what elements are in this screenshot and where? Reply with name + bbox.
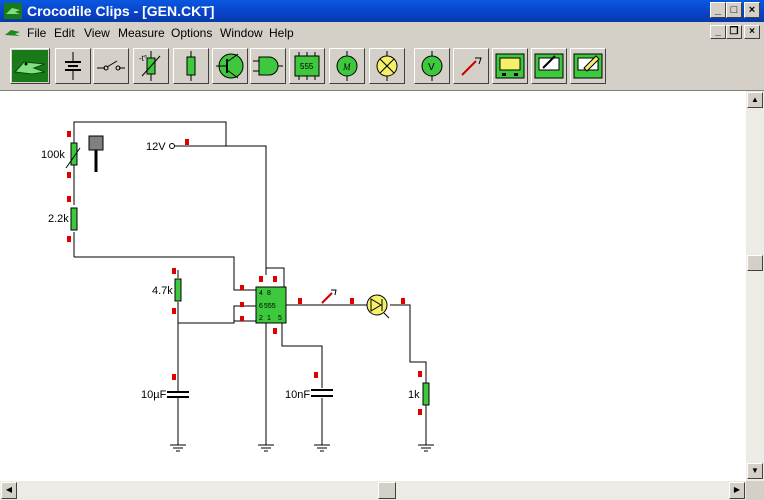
- logic-gate-button[interactable]: [250, 48, 286, 84]
- chart-recorder-button[interactable]: [570, 48, 606, 84]
- probe-icon: [461, 57, 482, 76]
- lamp-button[interactable]: [369, 48, 405, 84]
- svg-text:V: V: [428, 62, 435, 73]
- ic-555-button[interactable]: 555: [289, 48, 325, 84]
- svg-text:-t°: -t°: [139, 54, 147, 63]
- graph-button[interactable]: [531, 48, 567, 84]
- pin-4: 4: [259, 290, 263, 297]
- doc-close-button[interactable]: ×: [744, 25, 760, 39]
- ic-555-icon: 555: [294, 52, 320, 80]
- maximize-button[interactable]: □: [726, 2, 742, 18]
- pin-6: 6: [259, 303, 263, 310]
- document-icon[interactable]: [4, 26, 22, 40]
- switch-icon: [97, 60, 125, 71]
- doc-minimize-button[interactable]: _: [710, 25, 726, 39]
- menu-window[interactable]: Window: [220, 26, 263, 40]
- pin-1: 1: [267, 315, 271, 322]
- crocodile-logo-icon: [12, 50, 48, 82]
- circuit-diagram: 4 8 6 555 2 1 5 100k 2.2k 12V 4.7k 10µF …: [41, 121, 434, 452]
- led[interactable]: [366, 294, 405, 319]
- graph-icon: [534, 53, 564, 79]
- ic-label: 555: [264, 303, 276, 310]
- resistor-1k[interactable]: [418, 371, 430, 415]
- wires: [73, 121, 427, 445]
- vertical-scrollbar[interactable]: ▲ ▼: [746, 91, 764, 481]
- resistor-4.7k[interactable]: [172, 268, 182, 314]
- label-12v: 12V: [146, 141, 166, 153]
- menu-options[interactable]: Options: [171, 26, 212, 40]
- label-1k: 1k: [408, 389, 420, 401]
- probe-button[interactable]: [453, 48, 489, 84]
- ammeter-button[interactable]: M: [329, 48, 365, 84]
- slider-knob[interactable]: [88, 135, 104, 172]
- pin-5: 5: [278, 315, 282, 322]
- variable-resistor-button[interactable]: -t°: [133, 48, 169, 84]
- close-button[interactable]: ×: [744, 2, 760, 18]
- connector-marker: [350, 298, 354, 304]
- pin-2: 2: [259, 315, 263, 322]
- ground-symbols: [170, 444, 434, 452]
- label-10uf: 10µF: [141, 389, 167, 401]
- circuit-canvas[interactable]: 4 8 6 555 2 1 5 100k 2.2k 12V 4.7k 10µF …: [0, 91, 746, 481]
- supply-terminal[interactable]: [169, 139, 191, 149]
- crocodile-logo-button[interactable]: [10, 48, 50, 84]
- oscilloscope-icon: [495, 53, 525, 79]
- variable-resistor-icon: -t°: [139, 51, 161, 81]
- ammeter-icon: M: [336, 51, 358, 81]
- menu-measure[interactable]: Measure: [118, 26, 165, 40]
- minimize-button[interactable]: _: [710, 2, 726, 18]
- and-gate-icon: [253, 56, 283, 76]
- label-2.2k: 2.2k: [48, 213, 69, 225]
- switch-button[interactable]: [93, 48, 129, 84]
- vertical-scroll-thumb[interactable]: [747, 255, 763, 271]
- lamp-icon: [376, 51, 398, 81]
- voltmeter-button[interactable]: V: [414, 48, 450, 84]
- scrollbar-corner: [746, 481, 764, 500]
- label-4.7k: 4.7k: [152, 285, 173, 297]
- transistor-icon: [216, 53, 244, 79]
- variable-resistor-100k[interactable]: [65, 129, 81, 178]
- battery-icon: [65, 52, 81, 80]
- resistor-button[interactable]: [173, 48, 209, 84]
- menu-file[interactable]: File: [27, 26, 46, 40]
- oscilloscope-button[interactable]: [492, 48, 528, 84]
- label-100k: 100k: [41, 149, 65, 161]
- transistor-button[interactable]: [212, 48, 248, 84]
- title-bar: Crocodile Clips - [GEN.CKT] _ □ ×: [0, 0, 764, 22]
- label-10nf: 10nF: [285, 389, 310, 401]
- crocodile-app-icon: [4, 3, 22, 19]
- menu-edit[interactable]: Edit: [54, 26, 75, 40]
- voltmeter-icon: V: [421, 51, 443, 81]
- ic-icon-label: 555: [300, 62, 314, 71]
- pin-8: 8: [267, 290, 271, 297]
- scroll-up-button[interactable]: ▲: [747, 92, 763, 108]
- scroll-left-button[interactable]: ◀: [1, 482, 17, 499]
- chart-recorder-icon: [573, 53, 603, 79]
- doc-restore-button[interactable]: ❐: [726, 25, 742, 39]
- battery-button[interactable]: [55, 48, 91, 84]
- menu-help[interactable]: Help: [269, 26, 294, 40]
- window-title: Crocodile Clips - [GEN.CKT]: [27, 3, 215, 19]
- component-toolbar: -t° 555 M V: [0, 44, 764, 91]
- scroll-right-button[interactable]: ▶: [729, 482, 745, 499]
- svg-text:M: M: [342, 62, 351, 72]
- scroll-down-button[interactable]: ▼: [747, 463, 763, 479]
- horizontal-scrollbar[interactable]: ◀ ▶: [0, 481, 746, 500]
- menu-bar: File Edit View Measure Options Window He…: [0, 22, 764, 44]
- menu-view[interactable]: View: [84, 26, 110, 40]
- horizontal-scroll-thumb[interactable]: [378, 482, 396, 499]
- output-probe[interactable]: [321, 289, 337, 304]
- resistor-icon: [186, 51, 196, 81]
